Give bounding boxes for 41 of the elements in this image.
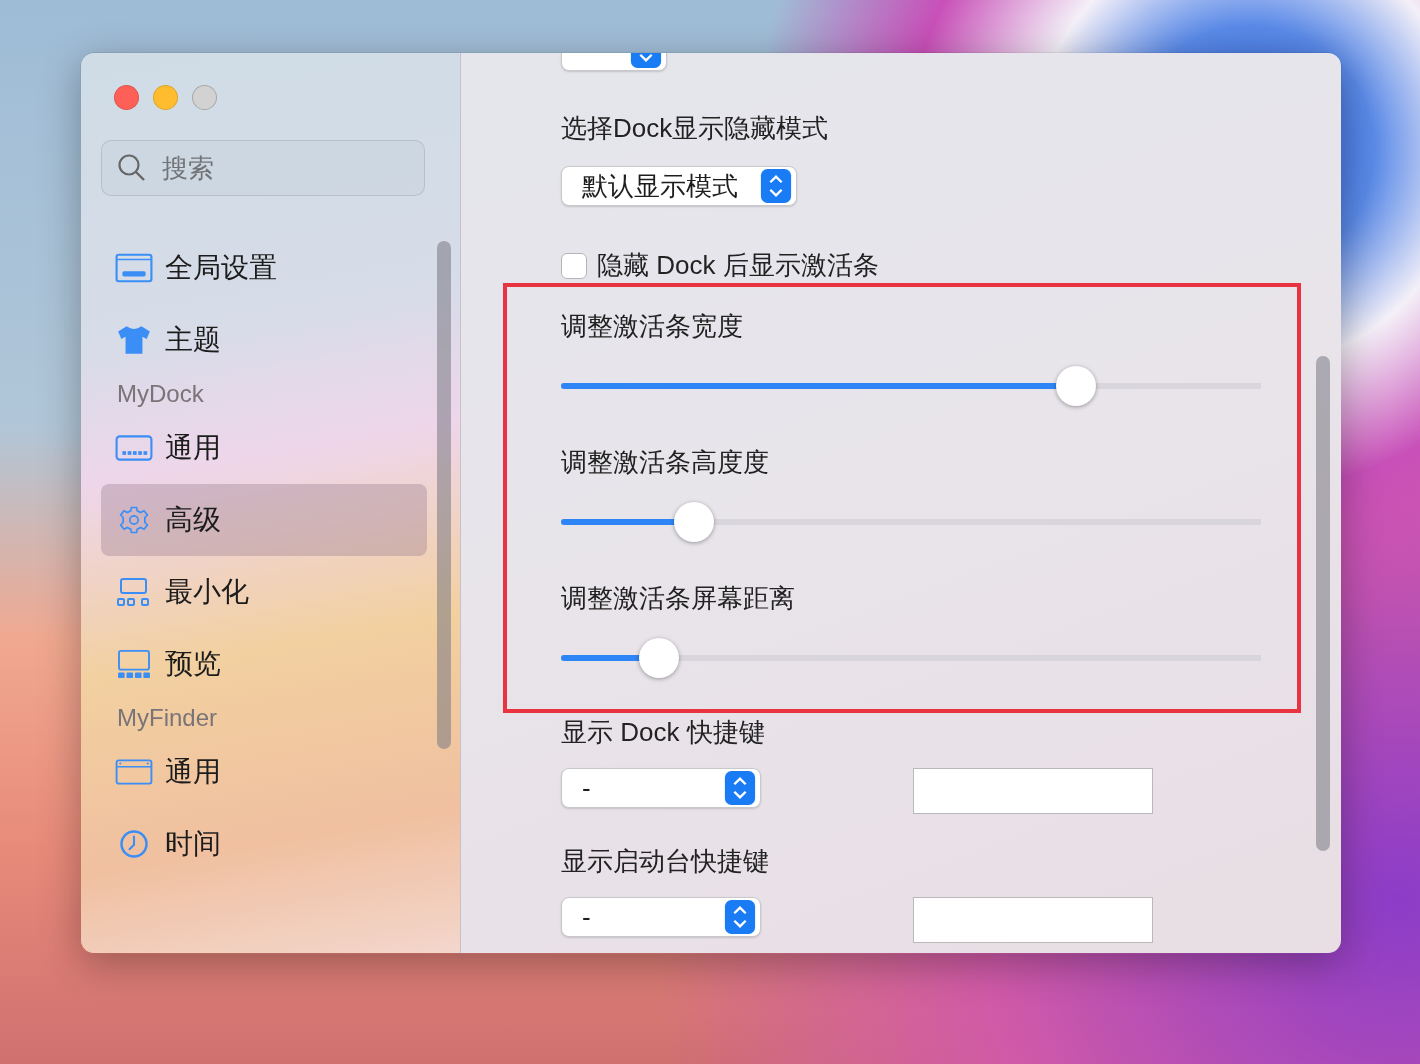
- popup-button[interactable]: 默认显示模式: [561, 166, 797, 206]
- sidebar-item[interactable]: 高级: [101, 484, 427, 556]
- scrollbar[interactable]: [1316, 356, 1330, 851]
- sidebar-item[interactable]: 通用: [101, 736, 427, 808]
- checkbox[interactable]: [561, 252, 587, 279]
- stepper-icon: [724, 900, 756, 934]
- sidebar-item[interactable]: 主题: [101, 304, 427, 376]
- slider-label: 调整激活条高度度: [561, 446, 770, 479]
- dock-icon: [115, 433, 153, 463]
- stepper-icon: [760, 169, 792, 203]
- shortcut-field[interactable]: [913, 897, 1153, 943]
- scrollbar[interactable]: [437, 241, 451, 749]
- window-icon: [115, 253, 153, 283]
- slider-thumb[interactable]: [1056, 366, 1097, 406]
- section-header: MyFinder: [116, 703, 219, 733]
- popup-button[interactable]: -: [561, 768, 761, 808]
- slider-label: 调整激活条宽度: [561, 310, 744, 343]
- slider-label: 调整激活条屏幕距离: [561, 582, 796, 615]
- sidebar-item[interactable]: 最小化: [101, 556, 427, 628]
- popup-button[interactable]: -: [561, 897, 761, 937]
- checkbox-label: 隐藏 Dock 后显示激活条: [597, 249, 879, 282]
- preview-icon: [115, 649, 153, 679]
- shortcut-field[interactable]: [913, 768, 1153, 814]
- field-label: 显示 Dock 快捷键: [561, 716, 766, 749]
- sidebar-item[interactable]: 全局设置: [101, 232, 427, 304]
- section-header: MyDock: [116, 379, 205, 409]
- slider-thumb[interactable]: [674, 502, 714, 542]
- minimize-button[interactable]: [153, 85, 178, 110]
- search-icon: [117, 153, 147, 183]
- slider-thumb[interactable]: [639, 638, 679, 678]
- stepper-icon: [724, 771, 756, 805]
- sidebar-item[interactable]: 时间: [101, 808, 427, 880]
- field-label: 显示启动台快捷键: [561, 845, 770, 878]
- window-icon: [115, 757, 153, 787]
- field-label: 选择Dock显示隐藏模式: [561, 112, 830, 145]
- shirt-icon: [115, 325, 153, 355]
- close-button[interactable]: [114, 85, 139, 110]
- sidebar-item[interactable]: 预览: [101, 628, 427, 700]
- search-field[interactable]: 搜索: [101, 140, 425, 196]
- sidebar-item[interactable]: 通用: [101, 412, 427, 484]
- zoom-button[interactable]: [192, 85, 217, 110]
